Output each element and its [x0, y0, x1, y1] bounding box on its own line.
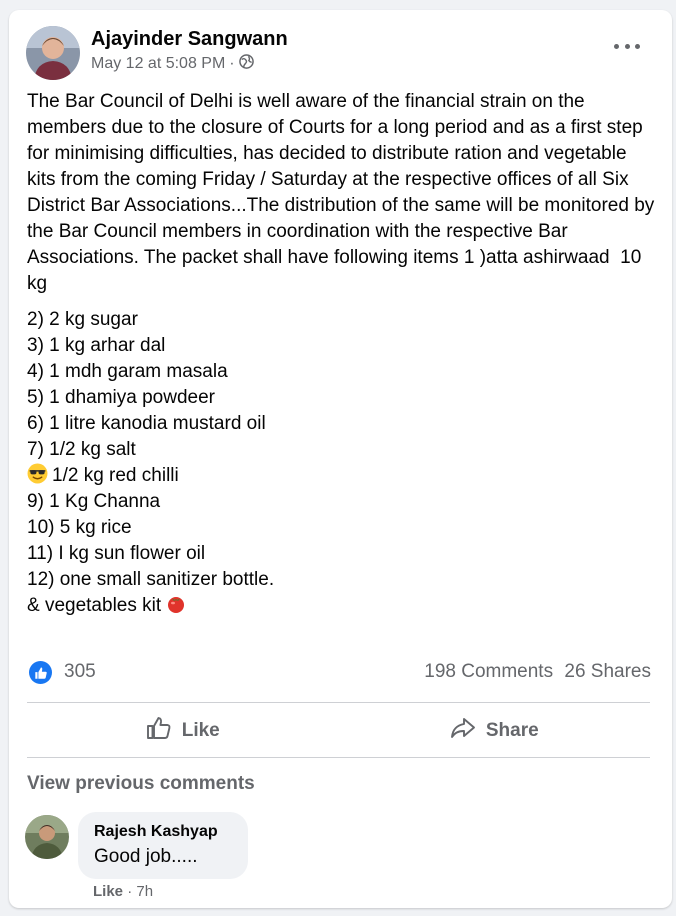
post-card: Ajayinder Sangwann May 12 at 5:08 PM · T… [9, 10, 672, 908]
list-item-text: 1/2 kg red chilli [52, 465, 179, 486]
list-item: 2) 2 kg sugar [27, 309, 138, 330]
list-item: 3) 1 kg arhar dal [27, 335, 166, 356]
list-item: 4) 1 mdh garam masala [27, 361, 228, 382]
comment-meta: Like · 7h [93, 883, 153, 900]
post-timestamp[interactable]: May 12 at 5:08 PM [91, 55, 225, 73]
comment-count[interactable]: 198 Comments [424, 661, 553, 682]
sunglasses-emoji-icon [27, 463, 48, 492]
share-button-label: Share [485, 720, 539, 741]
comment-author[interactable]: Rajesh Kashyap [94, 823, 218, 841]
comment-like-button[interactable]: Like [93, 883, 123, 900]
list-item: 10) 5 kg rice [27, 517, 132, 538]
list-item: 11) I kg sun flower oil [27, 543, 206, 564]
like-reaction-icon[interactable] [29, 661, 52, 684]
action-bar: Like Share [27, 704, 650, 758]
list-item: 6) 1 litre kanodia mustard oil [27, 413, 266, 434]
share-button[interactable]: Share [339, 704, 651, 758]
list-item: 1/2 kg red chilli [27, 463, 659, 489]
engagement-counts: 198 Comments 26 Shares [424, 661, 651, 683]
comment-bubble: Rajesh Kashyap Good job..... [78, 812, 248, 879]
list-item: & vegetables kit [27, 593, 659, 619]
divider [27, 757, 650, 758]
reaction-stats: 305 198 Comments 26 Shares [29, 660, 651, 686]
commenter-avatar[interactable] [25, 815, 69, 859]
thumbs-up-icon [146, 716, 182, 746]
post-meta: May 12 at 5:08 PM · [91, 54, 254, 74]
item-list: 2) 2 kg sugar 3) 1 kg arhar dal 4) 1 mdh… [27, 307, 659, 619]
list-item: 5) 1 dhamiya powdeer [27, 387, 215, 408]
author-avatar[interactable] [26, 26, 80, 80]
like-count[interactable]: 305 [64, 661, 96, 683]
like-button[interactable]: Like [27, 704, 339, 758]
meta-separator: · [229, 55, 235, 72]
tomato-emoji-icon [166, 594, 186, 622]
comment-text: Good job..... [94, 846, 198, 867]
post-body: The Bar Council of Delhi is well aware o… [27, 89, 659, 619]
like-button-label: Like [181, 720, 220, 741]
list-item-text: & vegetables kit [27, 595, 162, 616]
globe-icon [238, 54, 254, 74]
share-count[interactable]: 26 Shares [564, 661, 651, 682]
more-options-icon[interactable] [614, 38, 640, 54]
list-item: 7) 1/2 kg salt [27, 439, 136, 460]
share-arrow-icon [450, 716, 486, 746]
post-intro: The Bar Council of Delhi is well aware o… [27, 91, 660, 294]
divider [27, 702, 650, 703]
view-previous-comments-link[interactable]: View previous comments [27, 773, 255, 795]
comment-timestamp[interactable]: 7h [136, 883, 153, 900]
list-item: 9) 1 Kg Channa [27, 491, 161, 512]
author-name[interactable]: Ajayinder Sangwann [91, 28, 288, 51]
list-item: 12) one small sanitizer bottle. [27, 569, 275, 590]
comment-meta-separator: · [127, 883, 133, 900]
